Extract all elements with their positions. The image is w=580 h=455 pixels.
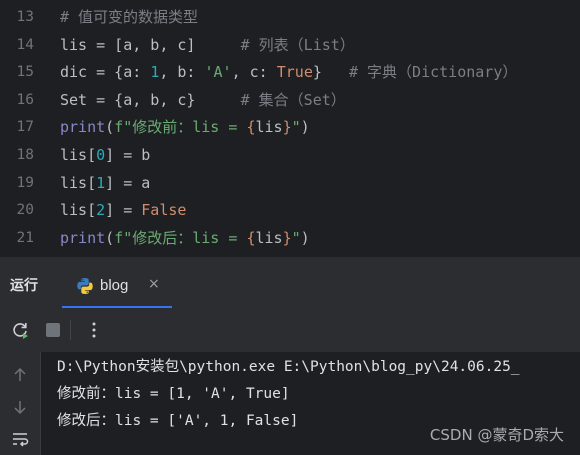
code-line[interactable]: 17 print(f"修改前：lis = {lis}") — [0, 114, 580, 141]
code-token: 0 — [96, 146, 106, 164]
code-token: # 字典（Dictionary） — [349, 63, 518, 82]
console-side-toolbar — [0, 352, 41, 455]
code-token: lis[ — [60, 201, 97, 220]
code-token: } — [282, 118, 292, 137]
code-token: print — [60, 118, 106, 137]
line-number: 19 — [16, 174, 34, 191]
python-icon — [77, 278, 93, 294]
line-number: 16 — [16, 91, 34, 108]
rerun-icon[interactable] — [10, 320, 30, 340]
tab-label: blog — [100, 277, 129, 294]
code-token: " — [291, 118, 301, 137]
code-line[interactable]: 18 lis[0] = b — [0, 142, 580, 169]
code-token: Set = {a, b, c} — [60, 90, 241, 109]
line-number: 13 — [16, 9, 34, 25]
console-line: 修改后：lis = ['A', 1, False] — [57, 413, 299, 429]
code-token: ] = — [105, 201, 142, 220]
code-token: 1 — [96, 173, 106, 192]
code-editor[interactable]: 13 # 值可变的数据类型 14 lis = [a, b, c] # 列表（List）… — [0, 0, 580, 256]
code-text: # 值可变的数据类型 — [60, 4, 198, 31]
toolbar-divider — [70, 320, 71, 340]
code-line[interactable]: 16 Set = {a, b, c} # 集合（Set） — [0, 87, 580, 114]
stop-icon[interactable] — [43, 320, 63, 340]
soft-wrap-icon[interactable] — [11, 430, 29, 448]
code-line[interactable]: 20 lis[2] = False — [0, 197, 580, 224]
close-icon[interactable]: × — [148, 276, 160, 292]
code-token: " — [291, 228, 301, 247]
run-toolbar — [0, 308, 580, 353]
code-token: } — [282, 228, 292, 247]
watermark: CSDN @蒙奇D索大 — [429, 426, 564, 444]
code-text: print(f"修改前：lis = {lis}") — [60, 114, 310, 141]
run-window-title: 运行 — [10, 277, 38, 293]
line-number: 18 — [16, 147, 34, 163]
code-line[interactable]: 15 dic = {a: 1, b: 'A', c: True} # 字典（Dic… — [0, 59, 580, 86]
code-text: dic = {a: 1, b: 'A', c: True} # 字典（Dicti… — [60, 59, 517, 86]
code-token: print — [60, 228, 106, 247]
code-token: lis[ — [60, 146, 97, 164]
code-token: 'A' — [204, 63, 232, 82]
code-token: dic = {a: — [60, 63, 151, 82]
code-text: Set = {a, b, c} # 集合（Set） — [60, 87, 346, 114]
code-token: , b: — [159, 63, 205, 82]
code-token: lis = [a, b, c] — [60, 35, 241, 54]
console-line: 修改前：lis = [1, 'A', True] — [57, 386, 290, 402]
code-token: ) — [300, 228, 310, 247]
code-line[interactable]: 13 # 值可变的数据类型 — [0, 4, 580, 31]
code-token: lis — [255, 118, 283, 137]
code-token: } — [312, 63, 349, 82]
code-line[interactable]: 19 lis[1] = a — [0, 170, 580, 197]
code-text: print(f"修改后：lis = {lis}") — [60, 225, 310, 252]
code-token: f"修改后：lis = — [114, 228, 247, 247]
line-number: 17 — [16, 119, 34, 136]
code-token: , c: — [231, 63, 277, 82]
line-number: 20 — [16, 202, 34, 219]
up-arrow-icon[interactable] — [11, 366, 29, 384]
down-arrow-icon[interactable] — [11, 398, 29, 416]
code-text: lis[2] = False — [60, 197, 186, 224]
run-tool-window-header: 运行 blog × — [0, 256, 580, 309]
code-token: ] = a — [105, 173, 151, 192]
code-token: ( — [105, 228, 115, 247]
code-token: # 集合（Set） — [240, 90, 346, 109]
code-token: ] = b — [105, 146, 151, 164]
code-token: f"修改前：lis = — [114, 118, 247, 137]
code-line[interactable]: 21 print(f"修改后：lis = {lis}") — [0, 225, 580, 252]
code-text: lis[1] = a — [60, 170, 150, 197]
code-token: 2 — [96, 201, 106, 220]
code-token: True — [276, 63, 313, 82]
code-token: lis[ — [60, 173, 97, 192]
code-text: lis[0] = b — [60, 142, 150, 169]
more-options-icon[interactable] — [84, 320, 104, 340]
console-line: D:\Python安装包\python.exe E:\Python\blog_p… — [57, 359, 520, 375]
code-token: False — [141, 201, 187, 220]
code-token: 1 — [150, 63, 160, 82]
code-token: lis — [255, 228, 283, 247]
code-token: # 列表（List） — [240, 35, 355, 54]
code-token: ( — [105, 118, 115, 137]
line-number: 15 — [16, 64, 34, 81]
code-line[interactable]: 14 lis = [a, b, c] # 列表（List） — [0, 32, 580, 59]
code-text: lis = [a, b, c] # 列表（List） — [60, 32, 355, 59]
line-number: 21 — [16, 229, 34, 246]
code-token: ) — [300, 118, 310, 137]
line-number: 14 — [16, 36, 34, 53]
tab-blog[interactable]: blog × — [62, 265, 172, 309]
code-token: # 值可变的数据类型 — [60, 8, 199, 26]
